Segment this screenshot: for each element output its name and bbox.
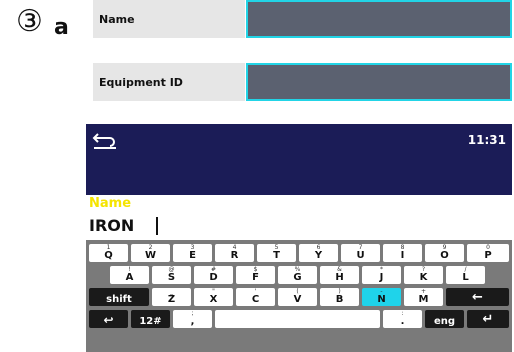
- enter-key[interactable]: ↵: [467, 310, 509, 328]
- key-t[interactable]: 5T: [257, 244, 296, 262]
- name-field-input[interactable]: [246, 0, 512, 38]
- step-marker: ③ a: [16, 6, 76, 42]
- text-entry[interactable]: IRON: [86, 213, 512, 237]
- key-e[interactable]: 3E: [173, 244, 212, 262]
- key-n[interactable]: -N: [362, 288, 401, 306]
- edit-title: Name: [89, 196, 132, 211]
- key-y[interactable]: 6Y: [299, 244, 338, 262]
- text-caret: [156, 217, 158, 235]
- edit-title-bar: Name: [86, 195, 512, 213]
- key-o[interactable]: 9O: [425, 244, 464, 262]
- key-k[interactable]: ? K: [404, 266, 443, 284]
- key-a[interactable]: ! A: [110, 266, 149, 284]
- step-letter: a: [54, 15, 69, 40]
- mode-key[interactable]: 12#: [131, 310, 170, 328]
- equipment-id-field-input[interactable]: [246, 63, 512, 101]
- backspace-key[interactable]: ←: [446, 288, 509, 306]
- language-key[interactable]: eng: [425, 310, 464, 328]
- key-m[interactable]: + M: [404, 288, 443, 306]
- key-r[interactable]: 4R: [215, 244, 254, 262]
- shift-key[interactable]: shift: [89, 288, 149, 306]
- top-bar: 11:31: [86, 124, 512, 195]
- key-d[interactable]: # D: [194, 266, 233, 284]
- key-j[interactable]: * J: [362, 266, 401, 284]
- key-c[interactable]: ' C: [236, 288, 275, 306]
- equipment-id-field-label: Equipment ID: [93, 63, 245, 101]
- key-u[interactable]: 7U: [341, 244, 380, 262]
- key-l[interactable]: / L: [446, 266, 485, 284]
- name-field-row[interactable]: Name: [93, 0, 512, 38]
- text-entry-value: IRON: [89, 216, 135, 235]
- key-z[interactable]: _ Z: [152, 288, 191, 306]
- key-g[interactable]: % G: [278, 266, 317, 284]
- space-key[interactable]: [215, 310, 380, 328]
- device-screen: 11:31 Name IRON 1Q 2W 3E 4R 5T 6Y 7U 8I …: [86, 124, 512, 352]
- key-q[interactable]: 1Q: [89, 244, 128, 262]
- key-f[interactable]: $ F: [236, 266, 275, 284]
- step-number: ③: [16, 4, 43, 39]
- back-icon[interactable]: [92, 132, 118, 150]
- onscreen-keyboard: 1Q 2W 3E 4R 5T 6Y 7U 8I 9O 0P ! A @ S # D $…: [86, 240, 512, 352]
- equipment-id-field-row[interactable]: Equipment ID: [93, 63, 512, 101]
- clock: 11:31: [467, 133, 506, 147]
- key-p[interactable]: 0P: [467, 244, 509, 262]
- name-field-label: Name: [93, 0, 245, 38]
- keyboard-back-key[interactable]: ↩: [89, 310, 128, 328]
- key-h[interactable]: & H: [320, 266, 359, 284]
- key-period[interactable]: :.: [383, 310, 422, 328]
- key-x[interactable]: " X: [194, 288, 233, 306]
- key-comma[interactable]: ;,: [173, 310, 212, 328]
- key-s[interactable]: @ S: [152, 266, 191, 284]
- key-v[interactable]: (V: [278, 288, 317, 306]
- key-i[interactable]: 8I: [383, 244, 422, 262]
- key-b[interactable]: ) B: [320, 288, 359, 306]
- key-w[interactable]: 2W: [131, 244, 170, 262]
